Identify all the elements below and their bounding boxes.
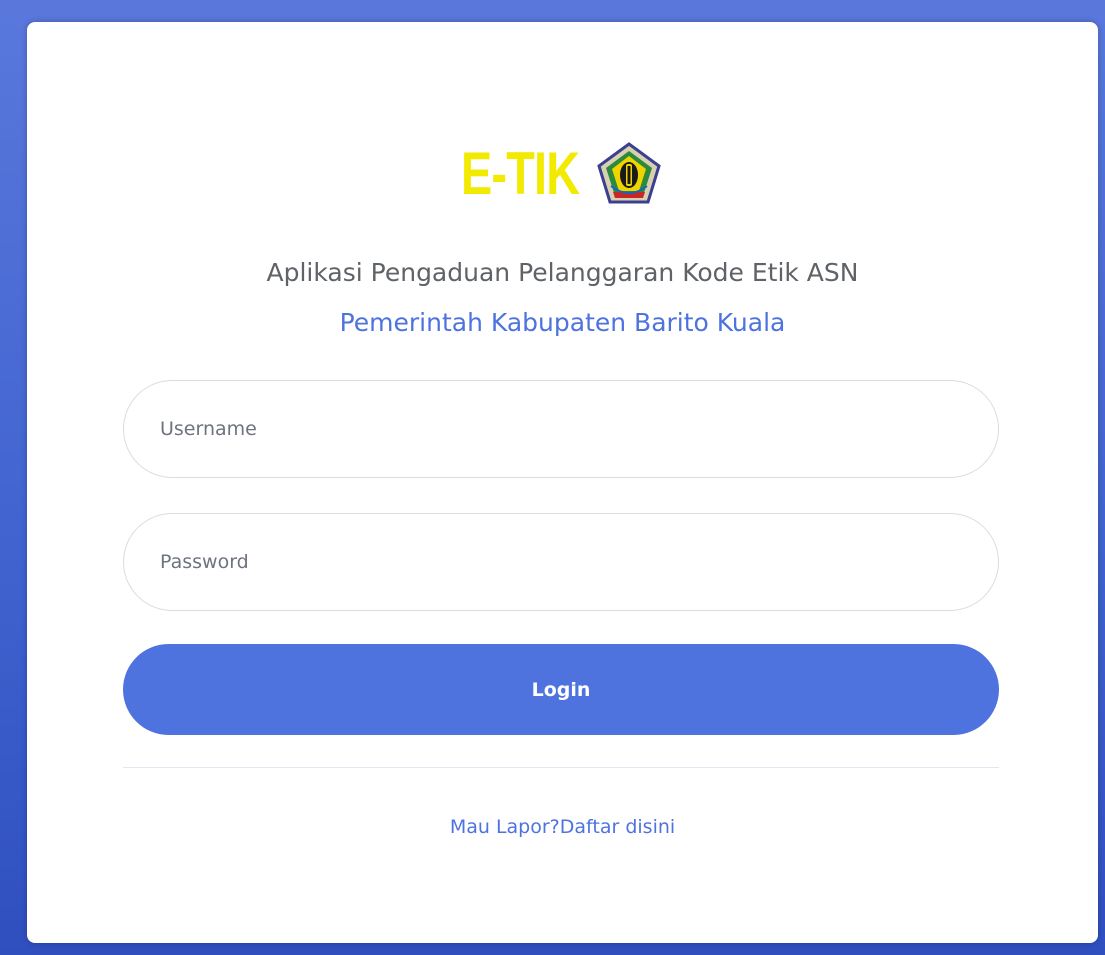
- username-input[interactable]: [123, 380, 999, 478]
- regency-emblem-icon: [597, 142, 661, 206]
- app-title: Aplikasi Pengaduan Pelanggaran Kode Etik…: [266, 258, 859, 287]
- organization-name: Pemerintah Kabupaten Barito Kuala: [339, 308, 786, 337]
- login-card: E-TIK Aplikasi Pengaduan Pelanggaran Kod…: [27, 22, 1098, 943]
- divider: [123, 767, 999, 768]
- logo-text: E-TIK: [461, 140, 580, 207]
- app-logo: E-TIK: [461, 132, 661, 216]
- password-input[interactable]: [123, 513, 999, 611]
- register-link[interactable]: Mau Lapor?Daftar disini: [27, 816, 1098, 838]
- login-button[interactable]: Login: [123, 644, 999, 735]
